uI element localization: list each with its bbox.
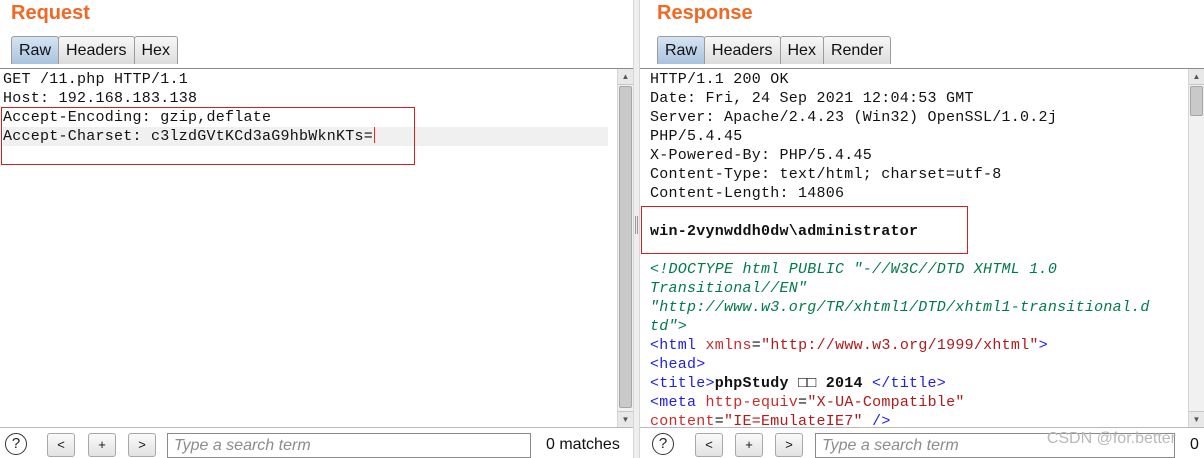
search-next-button[interactable]: > (128, 433, 156, 457)
request-tabs: Raw Headers Hex (11, 36, 178, 64)
arrow-down-icon[interactable]: ▼ (1189, 411, 1204, 427)
request-line: Host: 192.168.183.138 (3, 90, 198, 107)
text-caret (374, 127, 376, 143)
request-tab-hex[interactable]: Hex (133, 36, 178, 64)
response-scrollbar[interactable]: ▲ ▼ (1188, 69, 1204, 427)
pane-splitter[interactable] (633, 0, 640, 458)
content-attr: content (650, 413, 715, 428)
html-close-token: > (1038, 337, 1048, 354)
response-title: Response (657, 2, 753, 24)
title-text: phpStudy □□ 2014 (714, 375, 873, 392)
response-header-line: Content-Length: 14806 (650, 185, 845, 202)
csdn-watermark: CSDN @for.better (1046, 430, 1176, 447)
doctype-line: <!DOCTYPE html PUBLIC "-//W3C//DTD XHTML… (650, 261, 1058, 278)
doctype-line: Transitional//EN" (650, 280, 808, 297)
meta-close-token: /> (862, 413, 891, 428)
response-tab-raw[interactable]: Raw (657, 36, 706, 64)
request-editor[interactable]: GET /11.php HTTP/1.1 Host: 192.168.183.1… (0, 68, 633, 428)
response-header-line: Server: Apache/2.4.23 (Win32) OpenSSL/1.… (650, 109, 1058, 126)
response-pane: Response Raw Headers Hex Render HTTP/1.1… (640, 0, 1204, 458)
arrow-up-icon[interactable]: ▲ (1189, 69, 1204, 85)
accept-charset-line: Accept-Charset: c3lzdGVtKCd3aG9hbWknKTs= (3, 128, 374, 145)
request-search-input[interactable] (167, 433, 531, 458)
request-line-current: Accept-Charset: c3lzdGVtKCd3aG9hbWknKTs= (3, 127, 608, 146)
request-scrollbar[interactable]: ▲ ▼ (617, 69, 633, 427)
arrow-down-icon[interactable]: ▼ (618, 411, 633, 427)
response-header-line: Date: Fri, 24 Sep 2021 12:04:53 GMT (650, 90, 974, 107)
search-prev-button[interactable]: < (695, 433, 723, 457)
html-tag-line: <html xmlns="http://www.w3.org/1999/xhtm… (650, 336, 1150, 355)
response-tab-hex[interactable]: Hex (779, 36, 824, 64)
search-add-button[interactable]: + (88, 433, 116, 457)
response-editor[interactable]: HTTP/1.1 200 OK Date: Fri, 24 Sep 2021 1… (640, 68, 1204, 428)
title-close-token: </title> (872, 375, 947, 392)
http-equiv-value: "X-UA-Compatible" (807, 394, 965, 411)
request-lines: GET /11.php HTTP/1.1 Host: 192.168.183.1… (3, 70, 608, 146)
response-scroll-thumb[interactable] (1190, 86, 1203, 116)
request-search-bar: ? < + > 0 matches (0, 430, 633, 458)
xmlns-value: "http://www.w3.org/1999/xhtml" (761, 337, 1039, 354)
response-tab-render[interactable]: Render (822, 36, 892, 64)
help-circle-icon[interactable]: ? (652, 433, 674, 455)
http-equiv-attr: http-equiv (705, 394, 799, 411)
doctype-line: td"> (650, 318, 688, 335)
search-prev-button[interactable]: < (47, 433, 75, 457)
content-eq: = (714, 413, 725, 428)
title-tag-line: <title>phpStudy □□ 2014 </title> (650, 374, 1150, 393)
search-next-button[interactable]: > (775, 433, 803, 457)
splitter-grip-icon[interactable] (635, 216, 638, 234)
html-eq: = (751, 337, 762, 354)
arrow-up-icon[interactable]: ▲ (618, 69, 633, 85)
response-match-count: 0 match (1190, 436, 1204, 453)
meta-content-line: content="IE=EmulateIE7" /> (650, 412, 1150, 428)
xmlns-attr: xmlns (705, 337, 752, 354)
response-header-line: PHP/5.4.45 (650, 128, 743, 145)
meta-open-token: <meta (650, 394, 697, 411)
request-match-count: 0 matches (546, 436, 620, 453)
response-tab-headers[interactable]: Headers (704, 36, 781, 64)
request-tab-raw[interactable]: Raw (11, 36, 60, 64)
html-open-token: <html (650, 337, 697, 354)
request-title: Request (11, 2, 90, 24)
meta-eq: = (798, 394, 808, 411)
help-circle-icon[interactable]: ? (5, 433, 27, 455)
search-add-button[interactable]: + (735, 433, 763, 457)
content-value: "IE=EmulateIE7" (724, 413, 863, 428)
request-pane: Request Raw Headers Hex GET /11.php HTTP… (0, 0, 633, 458)
response-lines: HTTP/1.1 200 OK Date: Fri, 24 Sep 2021 1… (650, 70, 1150, 428)
doctype-line: "http://www.w3.org/TR/xhtml1/DTD/xhtml1-… (650, 299, 1150, 316)
command-output-line: win-2vynwddh0dw\administrator (650, 223, 919, 240)
request-line: GET /11.php HTTP/1.1 (3, 71, 189, 88)
request-line: Accept-Encoding: gzip,deflate (3, 109, 272, 126)
response-header-line: HTTP/1.1 200 OK (650, 71, 789, 88)
head-tag-line: <head> (650, 356, 706, 373)
request-scroll-thumb[interactable] (619, 86, 632, 408)
response-header-line: Content-Type: text/html; charset=utf-8 (650, 166, 1002, 183)
request-tab-headers[interactable]: Headers (58, 36, 135, 64)
response-tabs: Raw Headers Hex Render (657, 36, 892, 64)
meta-tag-line: <meta http-equiv="X-UA-Compatible" (650, 393, 1150, 412)
response-header-line: X-Powered-By: PHP/5.4.45 (650, 147, 873, 164)
title-open-token: <title> (650, 375, 715, 392)
response-search-bar: ? < + > 0 match CSDN @for.better (640, 430, 1204, 458)
